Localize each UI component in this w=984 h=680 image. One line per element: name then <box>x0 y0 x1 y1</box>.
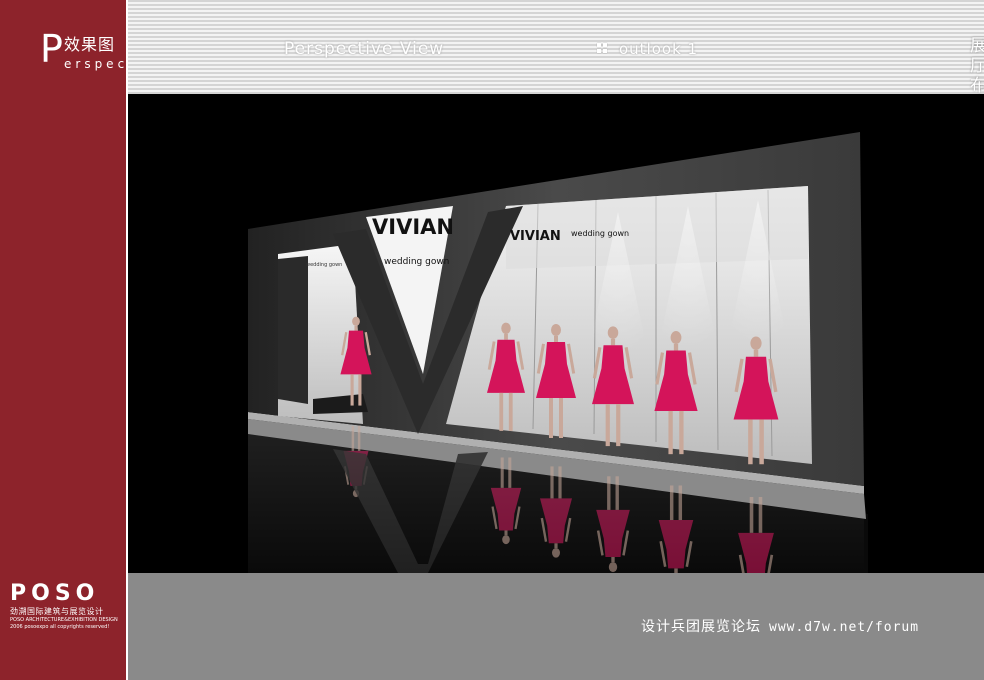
poso-brand: POSO 劲溯国际建筑与展览设计 POSO ARCHITECTURE&EXHIB… <box>10 582 122 631</box>
logo-letter: P <box>40 27 63 71</box>
left-sidebar <box>0 0 126 680</box>
header-bar: Perspective View outlook 1 展厅布置 <box>128 0 984 116</box>
booth-render-image: VIVIAN wedding gown VIVIAN wedding gown … <box>248 132 868 573</box>
footer-bar: 设计兵团展览论坛 www.d7w.net/forum <box>128 573 984 680</box>
brand-left-tagline: wedding gown <box>306 262 342 268</box>
brand-small-text: VIVIAN <box>510 229 561 244</box>
brand-copyright: 2006 posoexpo all copyrights reserved! <box>10 624 110 630</box>
footer-watermark: 设计兵团展览论坛 www.d7w.net/forum <box>641 618 919 637</box>
footer-url: www.d7w.net/forum <box>769 620 920 635</box>
footer-text-cn: 设计兵团展览论坛 <box>641 619 761 635</box>
header-subtitle: outlook 1 <box>619 40 699 58</box>
brand-big-tagline: wedding gown <box>384 257 449 267</box>
logo-title-cn: 效果图 <box>64 35 116 54</box>
brand-big-text: VIVIAN <box>372 215 454 239</box>
grid-icon <box>597 43 608 54</box>
brand-name-cn: 劲溯国际建筑与展览设计 <box>10 607 104 616</box>
brand-small-tagline: wedding gown <box>571 229 629 238</box>
brand-name: POSO <box>10 581 100 606</box>
header-title: Perspective View <box>284 39 445 59</box>
brand-name-en: POSO ARCHITECTURE&EXHIBITION DESIGN <box>10 617 118 623</box>
perspective-render: VIVIAN wedding gown VIVIAN wedding gown … <box>128 94 984 573</box>
